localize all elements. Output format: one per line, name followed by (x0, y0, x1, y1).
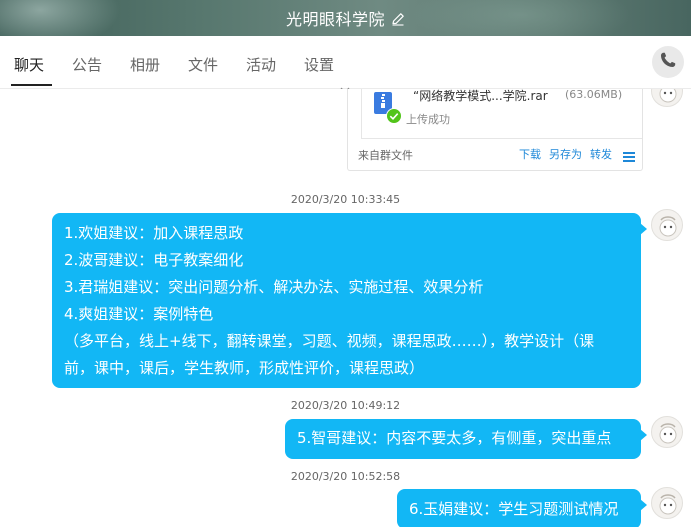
menu-icon[interactable] (622, 148, 636, 162)
avatar[interactable] (651, 89, 683, 107)
message-bubble[interactable]: 5.智哥建议：内容不要太多，有侧重，突出重点 (285, 419, 647, 459)
check-circle-icon (386, 108, 402, 124)
title-bar: 光明眼科学院 (0, 0, 691, 36)
file-size: (63.06MB) (565, 89, 623, 101)
bubble-tail (640, 499, 647, 511)
save-as-link[interactable]: 另存为 (549, 146, 582, 162)
message-bubble[interactable]: 6.玉娟建议：学生习题测试情况 (397, 489, 647, 527)
message-timestamp: 2020/3/20 10:33:45 (290, 193, 401, 206)
chat-area[interactable]: “网络教学模式...学院.rar (63.06MB) 上传成功 来自群文件 下载… (0, 89, 691, 527)
active-tab-indicator (11, 84, 52, 86)
group-title[interactable]: 光明眼科学院 (286, 6, 385, 30)
message-line: （多平台，线上+线下，翻转课堂，习题、视频，课程思政……），教学设计（课 (64, 332, 595, 350)
avatar[interactable] (651, 209, 683, 241)
message-bubble[interactable]: 1.欢姐建议：加入课程思政 2.波哥建议：电子教案细化 3.君瑞姐建议：突出问题… (52, 213, 647, 388)
message-timestamp: 2020/3/20 10:52:58 (290, 470, 401, 483)
upload-status: 上传成功 (406, 113, 450, 126)
tab-settings-label: 设置 (304, 56, 335, 74)
message-line: 5.智哥建议：内容不要太多，有侧重，突出重点 (297, 429, 612, 447)
group-header: 光明眼科学院 (0, 0, 691, 36)
forward-link[interactable]: 转发 (590, 146, 612, 162)
tab-chat[interactable]: 聊天 (14, 36, 44, 88)
file-source-label: 来自群文件 (358, 149, 413, 162)
tab-album[interactable]: 相册 (130, 36, 160, 88)
pencil-edit-icon[interactable] (391, 11, 405, 26)
message-timestamp: 2020/3/20 10:49:12 (290, 399, 401, 412)
message-line: 3.君瑞姐建议：突出问题分析、解决办法、实施过程、效果分析 (64, 278, 484, 296)
phone-icon (659, 51, 677, 73)
chevron-down-icon (340, 61, 350, 93)
file-actions: 下载 另存为 转发 (519, 146, 636, 162)
file-message-card[interactable]: “网络教学模式...学院.rar (63.06MB) 上传成功 来自群文件 下载… (347, 89, 643, 171)
message-line: 4.爽姐建议：案例特色 (64, 305, 214, 323)
bubble-tail (640, 223, 647, 235)
message-line: 2.波哥建议：电子教案细化 (64, 251, 244, 269)
tab-bar: 聊天 公告 相册 文件 活动 设置 (0, 36, 691, 93)
avatar[interactable] (651, 416, 683, 448)
tab-settings[interactable]: 设置 (304, 36, 350, 93)
download-link[interactable]: 下载 (519, 146, 541, 162)
voice-call-button[interactable] (652, 46, 684, 78)
tab-announcement[interactable]: 公告 (72, 36, 102, 88)
message-line: 1.欢姐建议：加入课程思政 (64, 224, 244, 242)
file-name[interactable]: “网络教学模式...学院.rar (413, 89, 548, 104)
bubble-tail (640, 429, 647, 441)
message-line: 前，课中，课后，学生教师，形成性评价，课程思政） (64, 359, 425, 377)
file-info: “网络教学模式...学院.rar (63.06MB) 上传成功 (361, 89, 642, 139)
tab-activity[interactable]: 活动 (246, 36, 276, 88)
message-line: 6.玉娟建议：学生习题测试情况 (409, 500, 619, 518)
avatar[interactable] (651, 487, 683, 519)
tab-files[interactable]: 文件 (188, 36, 218, 88)
